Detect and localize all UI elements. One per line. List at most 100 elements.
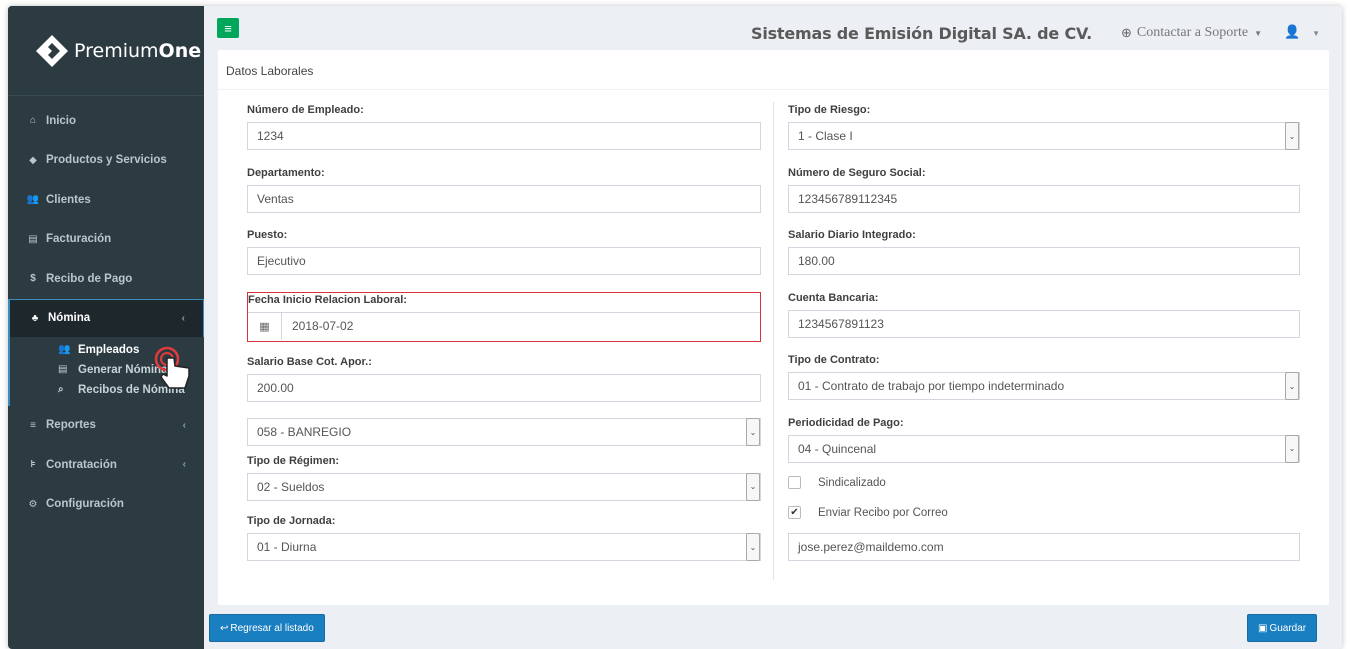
enviar-recibo-checkbox[interactable]: ✔ [788, 506, 801, 519]
users-icon: 👥 [26, 194, 40, 206]
field-label: Fecha Inicio Relacion Laboral: [248, 293, 407, 306]
user-icon: 👤 [1284, 24, 1301, 39]
sidebar-item-configuracion[interactable]: ⚙ Configuración [8, 485, 204, 525]
checkbox-label: Enviar Recibo por Correo [818, 506, 948, 519]
top-navbar: ≡ Sistemas de Emisión Digital SA. de CV.… [204, 6, 1342, 50]
sidebar-menu: ⌂ Inicio ◆ Productos y Servicios 👥 Clien… [8, 101, 204, 524]
chevron-down-icon: ⌄ [1285, 434, 1299, 463]
tipo-contrato-select[interactable]: 01 - Contrato de trabajo por tiempo inde… [788, 372, 1300, 400]
sidebar-item-contratacion[interactable]: ⊧ Contratación ‹ [8, 445, 204, 485]
field-label: Salario Base Cot. Apor.: [247, 355, 372, 368]
banco-select[interactable]: 058 - BANREGIO ⌄ [247, 418, 761, 446]
caret-down-icon: ▼ [1312, 29, 1320, 38]
sidebar-item-label: Clientes [46, 193, 91, 206]
back-to-list-button[interactable]: ↩ Regresar al listado [209, 614, 325, 642]
sidebar: PremiumOne ⌂ Inicio ◆ Productos y Servic… [8, 6, 204, 649]
departamento-input[interactable]: Ventas [247, 184, 761, 213]
sidebar-item-label: Facturación [46, 233, 112, 246]
chevron-left-icon: ‹ [181, 312, 185, 324]
fecha-inicio-input[interactable]: ▦ 2018-07-02 [248, 311, 760, 340]
save-button[interactable]: ▣ Guardar [1247, 614, 1318, 642]
chevron-left-icon: ‹ [182, 459, 186, 471]
email-input[interactable]: jose.perez@maildemo.com [788, 532, 1300, 561]
periodicidad-field: Periodicidad de Pago: 04 - Quincenal ⌄ [788, 417, 1300, 463]
select-value: 04 - Quincenal [798, 441, 877, 456]
brand-name: PremiumOne [74, 39, 202, 62]
nss-input[interactable]: 123456789112345 [788, 184, 1300, 213]
list-icon: ≡ [30, 419, 36, 431]
datos-laborales-panel: Datos Laborales Número de Empleado: 1234… [218, 50, 1329, 605]
floppy-disk-icon: ▣ [1258, 622, 1268, 634]
tipo-jornada-select[interactable]: 01 - Diurna ⌄ [247, 533, 761, 561]
sidebar-item-nomina[interactable]: ♣ Nómina ‹ [8, 298, 204, 337]
cuenta-bancaria-field: Cuenta Bancaria: 1234567891123 [788, 292, 1300, 338]
sidebar-item-clientes[interactable]: 👥 Clientes [8, 180, 204, 220]
chevron-down-icon: ⌄ [746, 533, 760, 561]
support-dropdown[interactable]: ⊕ Contactar a Soporte ▼ [1121, 25, 1262, 41]
field-label: Tipo de Riesgo: [788, 104, 871, 116]
chevron-left-icon: ‹ [182, 419, 186, 431]
email-field: jose.perez@maildemo.com [788, 532, 1300, 561]
select-value: 02 - Sueldos [257, 479, 325, 494]
sidebar-item-facturacion[interactable]: ▤ Facturación [8, 220, 204, 260]
file-icon: ▤ [28, 233, 38, 245]
field-label: Periodicidad de Pago: [788, 416, 904, 429]
tipo-contrato-field: Tipo de Contrato: 01 - Contrato de traba… [788, 354, 1300, 400]
sidebar-item-label: Recibo de Pago [46, 272, 133, 285]
button-label: Guardar [1269, 622, 1307, 634]
numero-empleado-input[interactable]: 1234 [247, 122, 761, 150]
caret-down-icon: ▼ [1254, 28, 1262, 38]
company-name: Sistemas de Emisión Digital SA. de CV. [751, 24, 1092, 43]
tipo-jornada-field: Tipo de Jornada: 01 - Diurna ⌄ [247, 515, 761, 561]
logo[interactable]: PremiumOne [8, 6, 204, 96]
salario-base-input[interactable]: 200.00 [247, 373, 761, 402]
field-label: Departamento: [247, 166, 325, 179]
chevron-down-icon: ⌄ [1285, 372, 1299, 400]
field-label: Número de Empleado: [247, 104, 364, 116]
button-label: Regresar al listado [230, 622, 314, 634]
tag-icon: ◆ [29, 154, 37, 166]
file-icon: ▤ [58, 364, 68, 375]
periodicidad-select[interactable]: 04 - Quincenal ⌄ [788, 434, 1300, 463]
check-icon: ✔ [790, 507, 799, 518]
left-column: Número de Empleado: 1234 Departamento: V… [247, 104, 761, 578]
menu-toggle-button[interactable]: ≡ [217, 18, 239, 38]
chevron-down-icon: ⌄ [746, 472, 760, 501]
hamburger-icon: ≡ [224, 20, 232, 36]
sidebar-item-label: Configuración [46, 498, 124, 511]
column-divider [773, 102, 774, 580]
departamento-field: Departamento: Ventas [247, 167, 761, 213]
sidebar-item-productos[interactable]: ◆ Productos y Servicios [8, 141, 204, 181]
sdi-input[interactable]: 180.00 [788, 247, 1300, 275]
sindicalizado-checkbox[interactable] [788, 476, 801, 489]
checkbox-label: Sindicalizado [818, 476, 886, 489]
sidebar-item-label: Inicio [46, 114, 77, 127]
fecha-inicio-value: 2018-07-02 [292, 319, 354, 333]
select-value: 1 - Clase I [798, 129, 853, 143]
hand-pointer-icon [153, 346, 213, 396]
dollar-icon: $ [30, 273, 36, 285]
cogs-icon: ⚙ [28, 498, 38, 510]
chevron-down-icon: ⌄ [746, 418, 760, 446]
diamond-logo-icon [34, 33, 70, 69]
select-value: 01 - Diurna [257, 540, 317, 554]
sindicalizado-row: Sindicalizado [788, 473, 1300, 493]
fecha-inicio-field: Fecha Inicio Relacion Laboral: ▦ 2018-07… [247, 291, 761, 342]
cuenta-bancaria-input[interactable]: 1234567891123 [788, 309, 1300, 338]
sidebar-item-label: Reportes [46, 419, 96, 432]
select-value: 01 - Contrato de trabajo por tiempo inde… [798, 379, 1065, 393]
tipo-regimen-select[interactable]: 02 - Sueldos ⌄ [247, 472, 761, 501]
sidebar-item-label: Nómina [48, 312, 91, 324]
select-value: 058 - BANREGIO [257, 425, 352, 439]
app-window: PremiumOne ⌂ Inicio ◆ Productos y Servic… [8, 6, 1342, 649]
field-label: Tipo de Jornada: [247, 515, 336, 527]
sidebar-item-recibo-pago[interactable]: $ Recibo de Pago [8, 259, 204, 299]
sidebar-item-inicio[interactable]: ⌂ Inicio [8, 101, 204, 141]
calendar-icon[interactable]: ▦ [248, 312, 282, 340]
sidebar-item-reportes[interactable]: ≡ Reportes ‹ [8, 406, 204, 446]
puesto-input[interactable]: Ejecutivo [247, 247, 761, 275]
tipo-riesgo-select[interactable]: 1 - Clase I ⌄ [788, 122, 1300, 150]
puesto-field: Puesto: Ejecutivo [247, 229, 761, 275]
field-label: Tipo de Contrato: [788, 354, 880, 366]
user-menu[interactable]: 👤 ▼ [1284, 24, 1320, 40]
